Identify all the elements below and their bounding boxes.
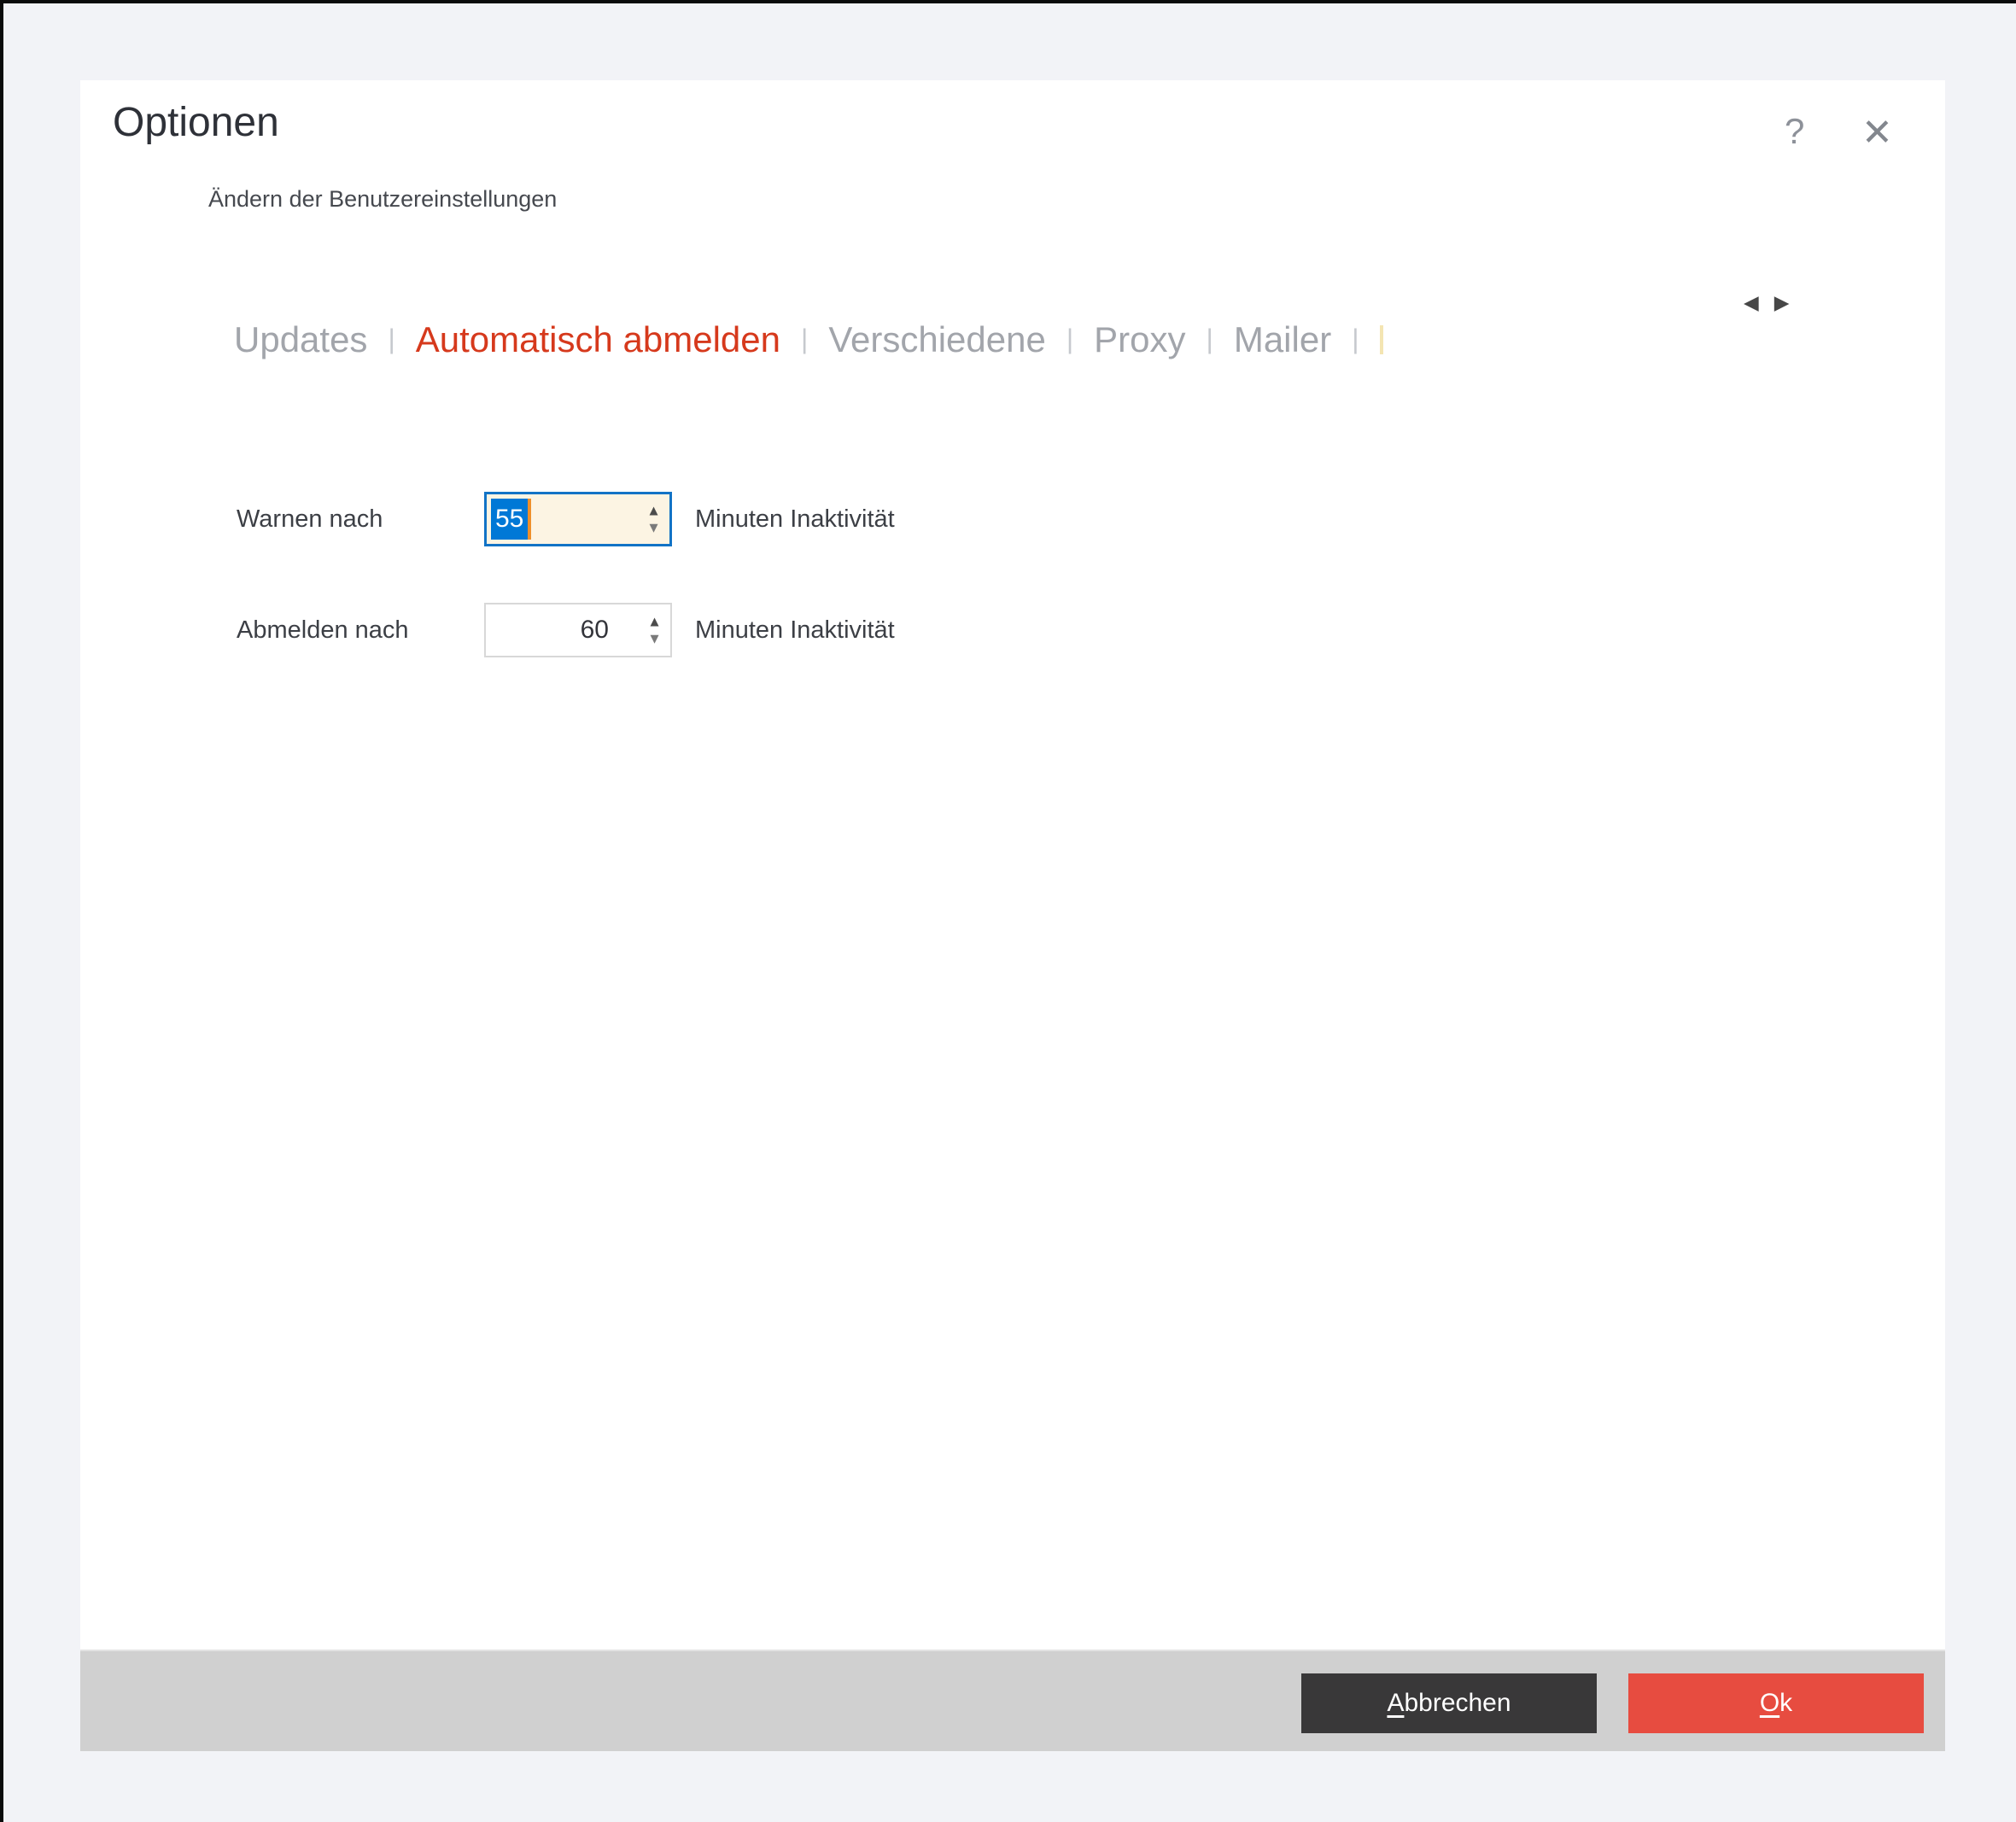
tab-automatisch-abmelden[interactable]: Automatisch abmelden [416, 316, 780, 364]
scroll-left-icon[interactable]: ◀ [1744, 292, 1759, 312]
tab-scroll-controls: ◀ ▶ [1744, 292, 1789, 312]
tab-bar: Updates | Automatisch abmelden | Verschi… [234, 316, 1383, 364]
warn-minutes-input-content: 55 [487, 494, 669, 544]
spin-down-icon[interactable]: ▼ [646, 521, 661, 535]
warn-after-label: Warnen nach [237, 505, 383, 533]
help-icon[interactable]: ? [1785, 111, 1804, 152]
dialog-footer: Abbrechen Ok [80, 1650, 1945, 1751]
options-dialog: Optionen Ändern der Benutzereinstellunge… [80, 80, 1945, 1751]
spin-down-icon[interactable]: ▼ [647, 632, 662, 646]
logoff-after-suffix: Minuten Inaktivität [695, 616, 895, 644]
spin-up-icon[interactable]: ▲ [647, 615, 662, 629]
ok-button-accesskey: O [1759, 1689, 1780, 1717]
warn-after-suffix: Minuten Inaktivität [695, 505, 895, 533]
tab-separator: | [1352, 324, 1359, 354]
cancel-button[interactable]: Abbrechen [1301, 1673, 1597, 1733]
text-caret [528, 498, 532, 540]
tab-mailer[interactable]: Mailer [1234, 316, 1331, 364]
tab-updates[interactable]: Updates [234, 316, 367, 364]
cancel-button-accesskey: A [1387, 1689, 1405, 1717]
ok-button[interactable]: Ok [1628, 1673, 1924, 1733]
ok-button-label: k [1779, 1689, 1793, 1717]
logoff-minutes-value: 60 [580, 616, 609, 644]
close-icon[interactable]: ✕ [1861, 111, 1893, 155]
tab-separator: | [801, 324, 809, 354]
spin-up-icon[interactable]: ▲ [646, 504, 661, 518]
logoff-minutes-spinner: ▲ ▼ [647, 615, 662, 646]
tab-separator: | [388, 324, 395, 354]
dialog-title: Optionen [113, 100, 279, 145]
cancel-button-label: bbrechen [1404, 1689, 1511, 1717]
tab-overflow-sliver [1379, 325, 1383, 354]
tab-verschiedene[interactable]: Verschiedene [828, 316, 1046, 364]
warn-minutes-spinner: ▲ ▼ [646, 504, 661, 535]
dialog-subtitle: Ändern der Benutzereinstellungen [208, 186, 558, 212]
logoff-after-label: Abmelden nach [237, 616, 409, 644]
warn-minutes-value: 55 [491, 498, 529, 540]
logoff-minutes-input[interactable]: 60 ▲ ▼ [484, 603, 672, 657]
scroll-right-icon[interactable]: ▶ [1774, 292, 1790, 312]
tab-separator: | [1206, 324, 1213, 354]
tab-proxy[interactable]: Proxy [1094, 316, 1185, 364]
logoff-minutes-input-content: 60 [486, 604, 670, 656]
warn-minutes-input[interactable]: 55 ▲ ▼ [484, 492, 672, 546]
tab-separator: | [1066, 324, 1074, 354]
desktop-background: Optionen Ändern der Benutzereinstellunge… [0, 0, 2016, 1822]
